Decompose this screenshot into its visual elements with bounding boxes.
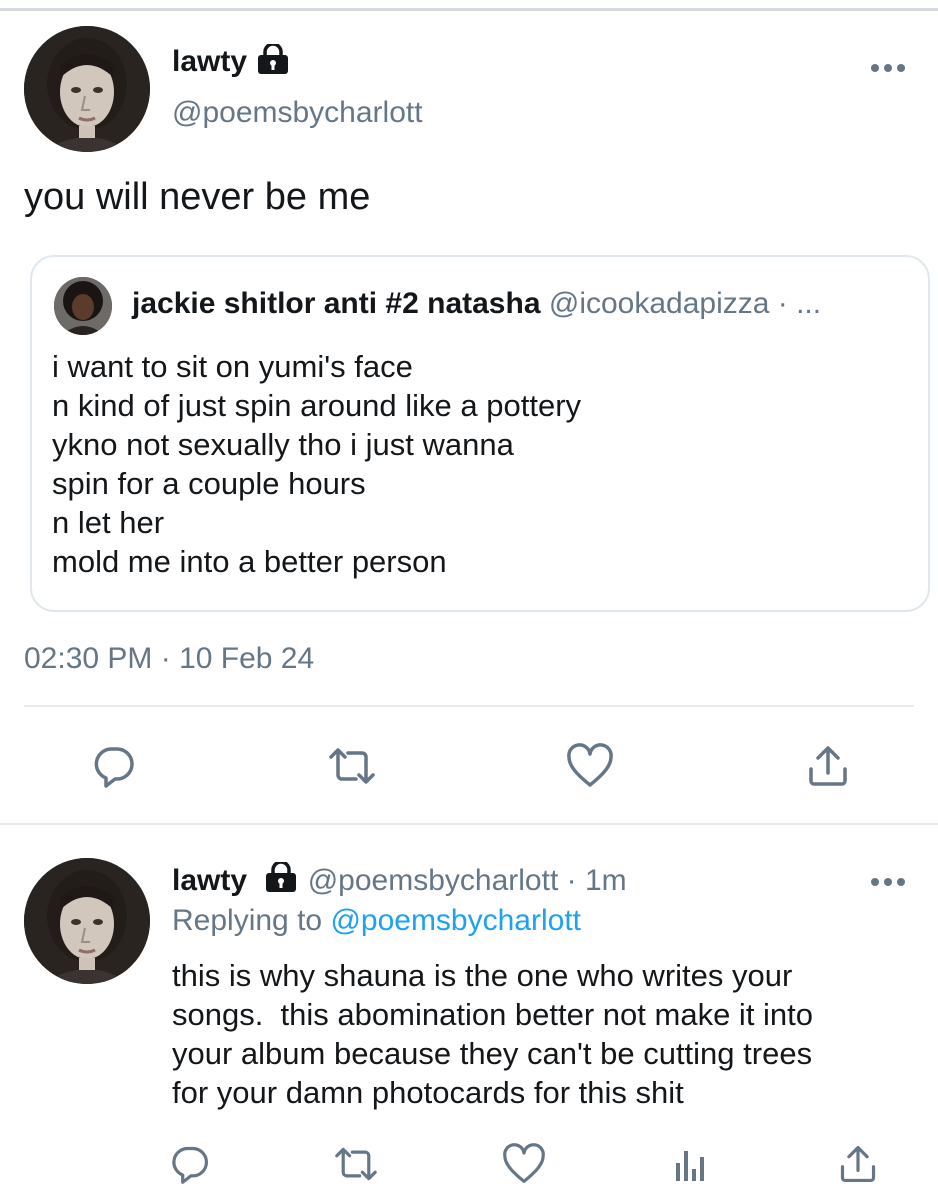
replying-prefix: Replying to — [172, 904, 331, 937]
handle[interactable]: @poemsbycharlott — [172, 96, 423, 130]
reply-line: for your damn photocards for this shit — [172, 1075, 684, 1110]
portrait-avatar[interactable] — [24, 26, 150, 152]
retweet-icon[interactable] — [322, 736, 382, 796]
reply-text: this is why shauna is the one who writes… — [172, 956, 912, 1112]
lock-icon — [255, 42, 291, 79]
share-icon[interactable] — [828, 1134, 888, 1194]
top-divider — [0, 8, 938, 11]
analytics-icon[interactable] — [660, 1134, 720, 1194]
main-tweet-name-row: lawty — [172, 42, 291, 79]
tweet-timestamp[interactable]: 02:30 PM · 10 Feb 24 — [24, 642, 314, 676]
divider — [0, 823, 938, 825]
replying-mention-link[interactable]: @poemsbycharlott — [330, 904, 581, 937]
quoted-line: mold me into a better person — [52, 544, 447, 579]
like-icon[interactable] — [560, 736, 620, 796]
quoted-handle: @icookadapizza · ... — [548, 287, 822, 320]
quoted-tweet-card[interactable]: jackie shitlor anti #2 natasha @icookada… — [30, 255, 930, 612]
lock-icon — [263, 860, 299, 900]
tweet-text: you will never be me — [24, 176, 371, 218]
quoted-line: n let her — [52, 505, 165, 540]
reply-icon[interactable] — [160, 1134, 220, 1194]
quoted-line: ykno not sexually tho i just wanna — [52, 427, 514, 462]
display-name[interactable]: lawty — [172, 45, 247, 79]
replying-to: Replying to @poemsbycharlott — [172, 904, 581, 938]
quoted-tweet-header: jackie shitlor anti #2 natasha @icookada… — [132, 287, 821, 321]
quoted-tweet-text: i want to sit on yumi's face n kind of j… — [52, 347, 581, 581]
quoted-display-name: jackie shitlor anti #2 natasha — [132, 287, 541, 320]
reply-line: songs. this abomination better not make … — [172, 997, 814, 1032]
more-options-icon[interactable] — [868, 60, 908, 76]
quoted-line: spin for a couple hours — [52, 466, 366, 501]
reply-line: your album because they can't be cutting… — [172, 1036, 813, 1071]
quoted-line: i want to sit on yumi's face — [52, 349, 413, 384]
retweet-icon[interactable] — [326, 1134, 386, 1194]
quoted-avatar — [54, 277, 112, 335]
portrait-avatar[interactable] — [24, 858, 150, 984]
reply-header: lawty @poemsbycharlott · 1m — [172, 860, 627, 900]
divider — [24, 705, 914, 707]
like-icon[interactable] — [494, 1134, 554, 1194]
quoted-line: n kind of just spin around like a potter… — [52, 388, 582, 423]
reply-icon[interactable] — [84, 736, 144, 796]
reply-line: this is why shauna is the one who writes… — [172, 958, 793, 993]
more-options-icon[interactable] — [868, 874, 908, 890]
handle-and-time[interactable]: @poemsbycharlott · 1m — [308, 864, 627, 897]
share-icon[interactable] — [798, 736, 858, 796]
display-name[interactable]: lawty — [172, 864, 247, 897]
main-tweet-handle-row: @poemsbycharlott — [172, 96, 423, 130]
